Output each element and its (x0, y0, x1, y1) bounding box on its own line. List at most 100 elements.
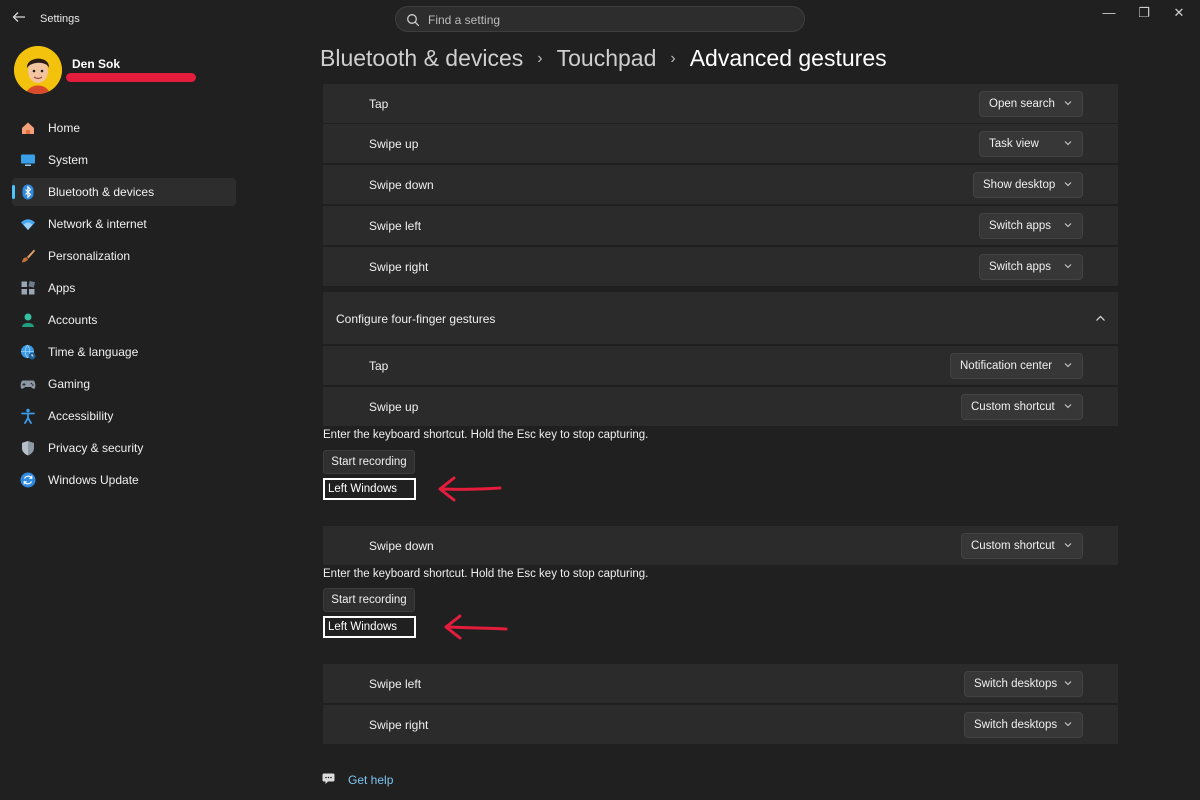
title-bar: Settings Find a setting — ❐ ✕ (0, 0, 1200, 38)
close-button[interactable]: ✕ (1168, 6, 1190, 20)
globe-clock-icon (21, 344, 36, 360)
four-finger-tap-dropdown[interactable]: Notification center (950, 353, 1083, 379)
monitor-icon (21, 154, 35, 166)
accessibility-icon (21, 408, 35, 424)
breadcrumb-separator: › (537, 50, 543, 67)
chevron-down-icon (1064, 101, 1072, 106)
home-icon (22, 122, 34, 134)
page-title: Advanced gestures (689, 45, 887, 71)
sidebar-item-bluetooth[interactable]: Bluetooth & devices (12, 178, 236, 206)
dropdown-value: Open search (989, 98, 1055, 110)
dropdown-value: Switch desktops (974, 678, 1058, 690)
search-input[interactable]: Find a setting (428, 13, 500, 27)
four-finger-swipe-down-dropdown[interactable]: Custom shortcut (961, 533, 1083, 559)
chevron-up-icon[interactable] (1095, 313, 1106, 324)
shortcut-value-field[interactable]: Left Windows (323, 616, 416, 638)
start-recording-button[interactable]: Start recording (323, 450, 415, 474)
sidebar-nav: Home System Bluetooth & devices Network … (12, 114, 236, 498)
sidebar-item-label: Apps (48, 281, 76, 295)
bluetooth-icon (22, 184, 34, 200)
three-finger-swipe-left-dropdown[interactable]: Switch apps (979, 213, 1083, 239)
shortcut-hint: Enter the keyboard shortcut. Hold the Es… (323, 429, 649, 441)
sidebar-item-label: Network & internet (48, 217, 147, 231)
three-finger-swipe-right-row: Swipe right Switch apps (323, 247, 1118, 287)
four-finger-section-header[interactable]: Configure four-finger gestures (323, 292, 1118, 345)
back-arrow-icon[interactable] (10, 10, 28, 28)
avatar[interactable] (14, 46, 62, 94)
dropdown-value: Task view (989, 138, 1039, 150)
get-help-label[interactable]: Get help (348, 773, 393, 787)
start-recording-button[interactable]: Start recording (323, 588, 415, 612)
three-finger-tap-row: Tap Open search (323, 84, 1118, 124)
sidebar-item-label: Accounts (48, 313, 98, 327)
restore-button[interactable]: ❐ (1133, 6, 1155, 20)
four-finger-swipe-left-dropdown[interactable]: Switch desktops (964, 671, 1083, 697)
help-chat-icon (322, 773, 335, 784)
four-finger-swipe-right-row: Swipe right Switch desktops (323, 705, 1118, 745)
sidebar-item-label: Time & language (48, 345, 139, 359)
breadcrumb-separator: › (670, 50, 676, 67)
sidebar-item-label: Gaming (48, 377, 91, 391)
sidebar-item-label: Personalization (48, 249, 131, 263)
search-icon (407, 14, 420, 27)
sidebar-item-windows-update[interactable]: Windows Update (12, 466, 236, 494)
wifi-icon (21, 219, 35, 230)
sidebar-item-apps[interactable]: Apps (12, 274, 236, 302)
sidebar-item-system[interactable]: System (12, 146, 236, 174)
gesture-label: Swipe left (369, 677, 422, 691)
gesture-label: Swipe up (369, 137, 419, 151)
four-finger-swipe-right-dropdown[interactable]: Switch desktops (964, 712, 1083, 738)
three-finger-swipe-down-row: Swipe down Show desktop (323, 165, 1118, 205)
dropdown-value: Notification center (960, 360, 1053, 372)
shield-icon (22, 441, 34, 456)
gesture-label: Swipe down (369, 178, 434, 192)
sidebar-item-label: Accessibility (48, 409, 114, 423)
redacted-email-bar (66, 73, 196, 82)
three-finger-swipe-left-row: Swipe left Switch apps (323, 206, 1118, 246)
chevron-down-icon (1064, 722, 1072, 727)
breadcrumb-touchpad[interactable]: Touchpad (557, 45, 657, 71)
chevron-down-icon (1064, 363, 1072, 368)
four-finger-swipe-left-row: Swipe left Switch desktops (323, 664, 1118, 704)
gesture-label: Swipe down (369, 539, 434, 553)
three-finger-swipe-down-dropdown[interactable]: Show desktop (973, 172, 1083, 198)
chevron-down-icon (1064, 223, 1072, 228)
gesture-label: Tap (369, 97, 389, 111)
sidebar-item-personalization[interactable]: Personalization (12, 242, 236, 270)
gesture-label: Swipe left (369, 219, 422, 233)
sidebar-item-privacy-security[interactable]: Privacy & security (12, 434, 236, 462)
chevron-down-icon (1064, 681, 1072, 686)
sidebar-item-time-language[interactable]: Time & language (12, 338, 236, 366)
breadcrumb-bluetooth-devices[interactable]: Bluetooth & devices (320, 45, 523, 71)
gamepad-icon (20, 380, 36, 389)
shortcut-hint: Enter the keyboard shortcut. Hold the Es… (323, 568, 649, 580)
dropdown-value: Custom shortcut (971, 401, 1055, 413)
sidebar-item-label: Home (48, 121, 81, 135)
brush-icon (22, 249, 35, 263)
shortcut-value-field[interactable]: Left Windows (323, 478, 416, 500)
four-finger-swipe-up-row: Swipe up Custom shortcut (323, 387, 1118, 427)
selection-indicator (12, 185, 15, 199)
chevron-down-icon (1064, 141, 1072, 146)
sidebar-item-accessibility[interactable]: Accessibility (12, 402, 236, 430)
dropdown-value: Show desktop (983, 179, 1056, 191)
three-finger-swipe-up-row: Swipe up Task view (323, 124, 1118, 164)
search-box[interactable]: Find a setting (395, 6, 805, 32)
minimize-button[interactable]: — (1098, 6, 1120, 20)
sidebar-item-gaming[interactable]: Gaming (12, 370, 236, 398)
sidebar-item-label: Privacy & security (48, 441, 144, 455)
sidebar-item-home[interactable]: Home (12, 114, 236, 142)
three-finger-swipe-up-dropdown[interactable]: Task view (979, 131, 1083, 157)
sidebar-item-network[interactable]: Network & internet (12, 210, 236, 238)
three-finger-tap-dropdown[interactable]: Open search (979, 91, 1083, 117)
chevron-down-icon (1064, 543, 1072, 548)
chevron-down-icon (1064, 182, 1072, 187)
four-finger-swipe-up-dropdown[interactable]: Custom shortcut (961, 394, 1083, 420)
chevron-down-icon (1064, 264, 1072, 269)
account-icon (22, 313, 34, 327)
sidebar-item-accounts[interactable]: Accounts (12, 306, 236, 334)
red-arrow-annotation (444, 614, 508, 640)
app-title: Settings (40, 13, 80, 25)
three-finger-swipe-right-dropdown[interactable]: Switch apps (979, 254, 1083, 280)
breadcrumb: Bluetooth & devices › Touchpad › Advanced ge… (320, 45, 887, 72)
